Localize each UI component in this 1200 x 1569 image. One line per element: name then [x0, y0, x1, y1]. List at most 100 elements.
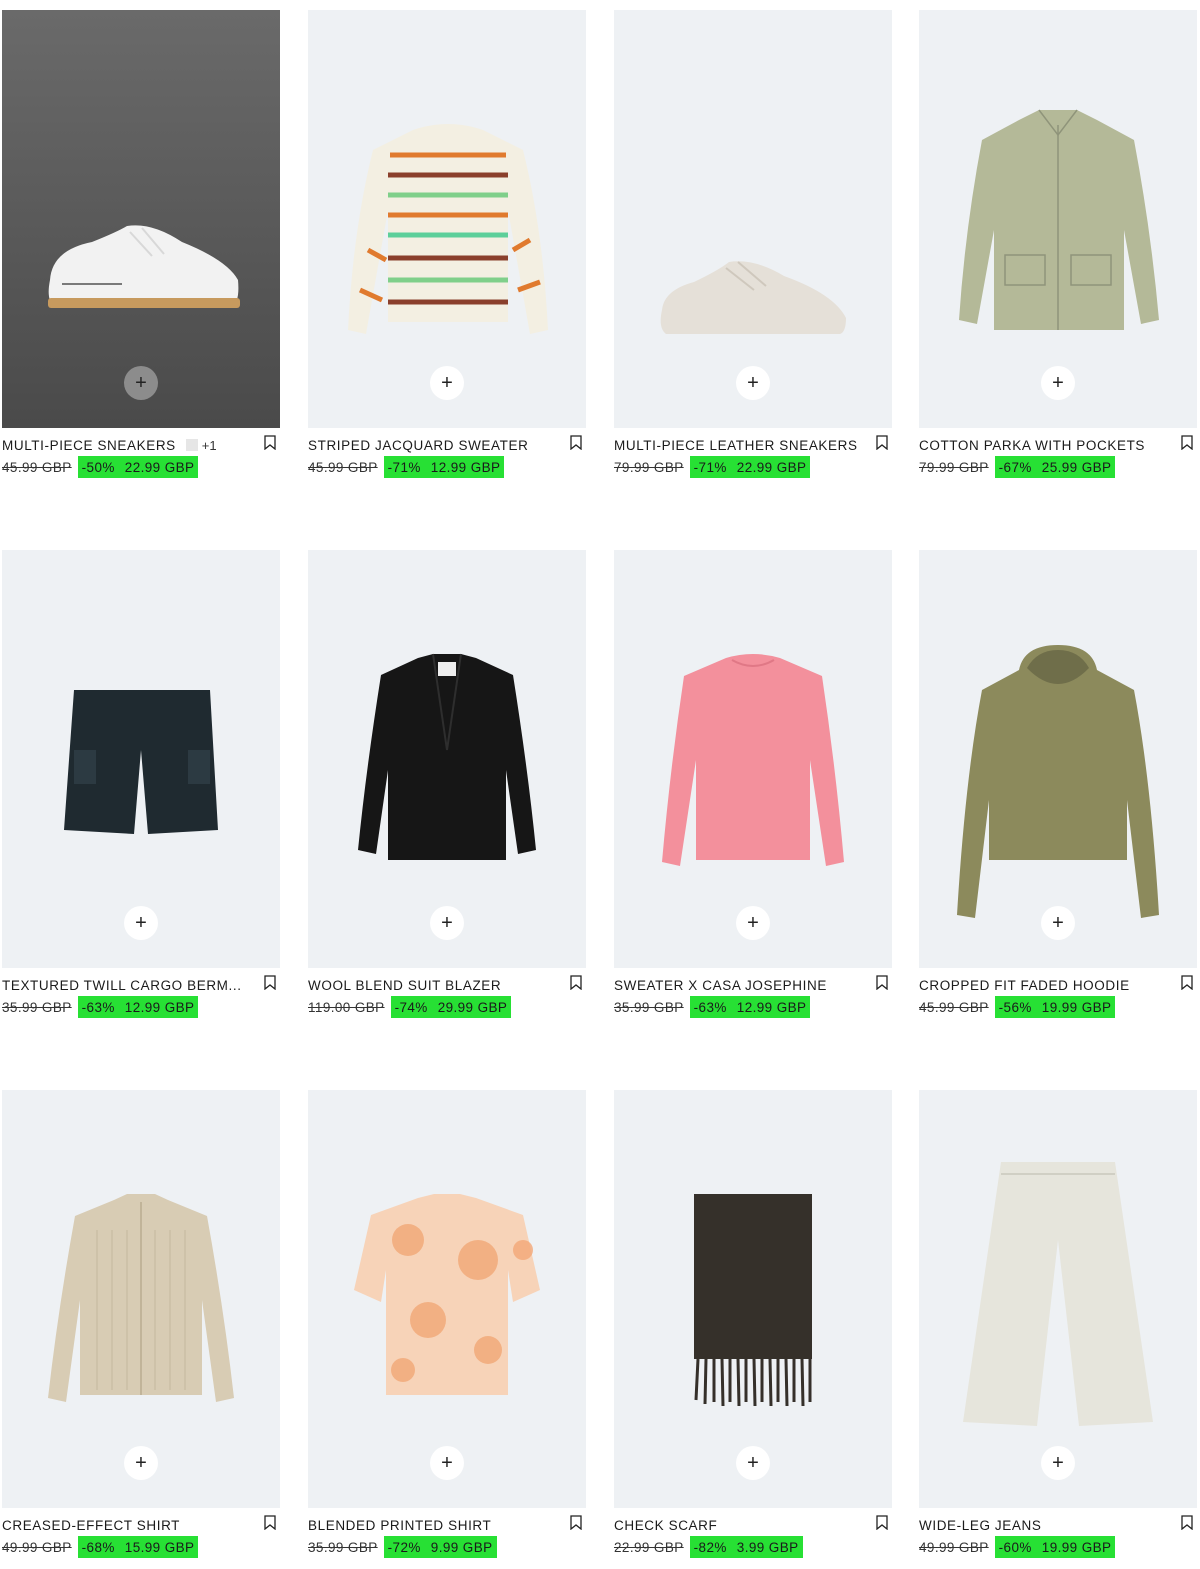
discount-percent: -71%	[693, 459, 727, 475]
product-image[interactable]: +	[2, 550, 280, 968]
sale-price: 22.99 GBP	[736, 459, 807, 475]
sale-price: 12.99 GBP	[124, 999, 195, 1015]
product-image[interactable]: +	[919, 550, 1197, 968]
original-price: 119.00 GBP	[308, 999, 385, 1015]
add-to-cart-button[interactable]: +	[124, 366, 158, 400]
product-card[interactable]: + WIDE-LEG JEANS 49.99 GBP -60% 19.99 GB…	[919, 1090, 1197, 1562]
add-to-cart-button[interactable]: +	[430, 366, 464, 400]
add-to-cart-button[interactable]: +	[1041, 906, 1075, 940]
discount-percent: -74%	[394, 999, 428, 1015]
product-card[interactable]: + COTTON PARKA WITH POCKETS 79.99 GBP -6…	[919, 10, 1197, 482]
discount-percent: -63%	[693, 999, 727, 1015]
discount-percent: -60%	[998, 1539, 1032, 1555]
original-price: 49.99 GBP	[919, 1539, 989, 1555]
bookmark-icon[interactable]	[264, 435, 276, 450]
add-to-cart-button[interactable]: +	[736, 906, 770, 940]
bookmark-icon[interactable]	[570, 435, 582, 450]
product-image[interactable]: +	[614, 550, 892, 968]
bookmark-icon[interactable]	[1181, 975, 1193, 990]
product-image[interactable]: +	[919, 10, 1197, 428]
product-card[interactable]: + SWEATER X CASA JOSEPHINE 35.99 GBP -63…	[614, 550, 892, 1022]
product-name[interactable]: MULTI-PIECE LEATHER SNEAKERS	[614, 438, 858, 453]
discount-percent: -82%	[693, 1539, 727, 1555]
product-name[interactable]: WOOL BLEND SUIT BLAZER	[308, 978, 501, 993]
sale-price: 12.99 GBP	[736, 999, 807, 1015]
color-swatch[interactable]	[185, 439, 198, 451]
sale-price-badge: -68% 15.99 GBP	[77, 1536, 199, 1558]
product-name[interactable]: SWEATER X CASA JOSEPHINE	[614, 978, 827, 993]
product-card[interactable]: + MULTI-PIECE SNEAKERS +1 45.99 GBP -50%…	[2, 10, 280, 482]
original-price: 22.99 GBP	[614, 1539, 684, 1555]
product-card[interactable]: + CROPPED FIT FADED HOODIE 45.99 GBP -56…	[919, 550, 1197, 1022]
add-to-cart-button[interactable]: +	[736, 366, 770, 400]
product-name[interactable]: STRIPED JACQUARD SWEATER	[308, 438, 528, 453]
original-price: 49.99 GBP	[2, 1539, 72, 1555]
discount-percent: -71%	[387, 459, 421, 475]
bookmark-icon[interactable]	[876, 975, 888, 990]
sale-price-badge: -71% 22.99 GBP	[689, 456, 811, 478]
product-name[interactable]: TEXTURED TWILL CARGO BERM...	[2, 978, 242, 993]
product-image[interactable]: +	[308, 10, 586, 428]
original-price: 45.99 GBP	[919, 999, 989, 1015]
product-name[interactable]: CHECK SCARF	[614, 1518, 717, 1533]
add-to-cart-button[interactable]: +	[1041, 366, 1075, 400]
sale-price-badge: -56% 19.99 GBP	[994, 996, 1116, 1018]
product-name[interactable]: COTTON PARKA WITH POCKETS	[919, 438, 1145, 453]
product-card[interactable]: + BLENDED PRINTED SHIRT 35.99 GBP -72% 9…	[308, 1090, 586, 1562]
product-image[interactable]: +	[2, 1090, 280, 1508]
product-card[interactable]: + MULTI-PIECE LEATHER SNEAKERS 79.99 GBP…	[614, 10, 892, 482]
sale-price: 19.99 GBP	[1041, 999, 1112, 1015]
product-name[interactable]: WIDE-LEG JEANS	[919, 1518, 1041, 1533]
bookmark-icon[interactable]	[570, 1515, 582, 1530]
product-image[interactable]: +	[308, 550, 586, 968]
sale-price: 19.99 GBP	[1041, 1539, 1112, 1555]
sale-price: 25.99 GBP	[1041, 459, 1112, 475]
product-card[interactable]: + STRIPED JACQUARD SWEATER 45.99 GBP -71…	[308, 10, 586, 482]
bookmark-icon[interactable]	[876, 435, 888, 450]
sale-price-badge: -63% 12.99 GBP	[689, 996, 811, 1018]
add-to-cart-button[interactable]: +	[124, 906, 158, 940]
add-to-cart-button[interactable]: +	[1041, 1446, 1075, 1480]
discount-percent: -50%	[81, 459, 115, 475]
sale-price-badge: -67% 25.99 GBP	[994, 456, 1116, 478]
discount-percent: -72%	[387, 1539, 421, 1555]
bookmark-icon[interactable]	[1181, 435, 1193, 450]
original-price: 35.99 GBP	[308, 1539, 378, 1555]
product-card[interactable]: + WOOL BLEND SUIT BLAZER 119.00 GBP -74%…	[308, 550, 586, 1022]
product-card[interactable]: + CHECK SCARF 22.99 GBP -82% 3.99 GBP	[614, 1090, 892, 1562]
bookmark-icon[interactable]	[876, 1515, 888, 1530]
product-name[interactable]: BLENDED PRINTED SHIRT	[308, 1518, 491, 1533]
product-image[interactable]: +	[614, 1090, 892, 1508]
more-colors-count[interactable]: +1	[202, 438, 217, 453]
discount-percent: -56%	[998, 999, 1032, 1015]
sale-price: 15.99 GBP	[124, 1539, 195, 1555]
product-name[interactable]: CROPPED FIT FADED HOODIE	[919, 978, 1130, 993]
add-to-cart-button[interactable]: +	[736, 1446, 770, 1480]
product-card[interactable]: + TEXTURED TWILL CARGO BERM... 35.99 GBP…	[2, 550, 280, 1022]
add-to-cart-button[interactable]: +	[430, 1446, 464, 1480]
discount-percent: -68%	[81, 1539, 115, 1555]
bookmark-icon[interactable]	[1181, 1515, 1193, 1530]
product-card[interactable]: + CREASED-EFFECT SHIRT 49.99 GBP -68% 15…	[2, 1090, 280, 1562]
original-price: 45.99 GBP	[308, 459, 378, 475]
sale-price-badge: -71% 12.99 GBP	[383, 456, 505, 478]
original-price: 79.99 GBP	[614, 459, 684, 475]
add-to-cart-button[interactable]: +	[124, 1446, 158, 1480]
add-to-cart-button[interactable]: +	[430, 906, 464, 940]
original-price: 35.99 GBP	[2, 999, 72, 1015]
bookmark-icon[interactable]	[570, 975, 582, 990]
product-image[interactable]: +	[2, 10, 280, 428]
bookmark-icon[interactable]	[264, 975, 276, 990]
sale-price-badge: -50% 22.99 GBP	[77, 456, 199, 478]
product-name[interactable]: CREASED-EFFECT SHIRT	[2, 1518, 180, 1533]
discount-percent: -63%	[81, 999, 115, 1015]
product-image[interactable]: +	[308, 1090, 586, 1508]
sale-price: 9.99 GBP	[430, 1539, 493, 1555]
product-image[interactable]: +	[919, 1090, 1197, 1508]
product-name[interactable]: MULTI-PIECE SNEAKERS	[2, 438, 176, 453]
sale-price: 3.99 GBP	[736, 1539, 799, 1555]
original-price: 45.99 GBP	[2, 459, 72, 475]
bookmark-icon[interactable]	[264, 1515, 276, 1530]
product-image[interactable]: +	[614, 10, 892, 428]
sale-price: 29.99 GBP	[437, 999, 508, 1015]
